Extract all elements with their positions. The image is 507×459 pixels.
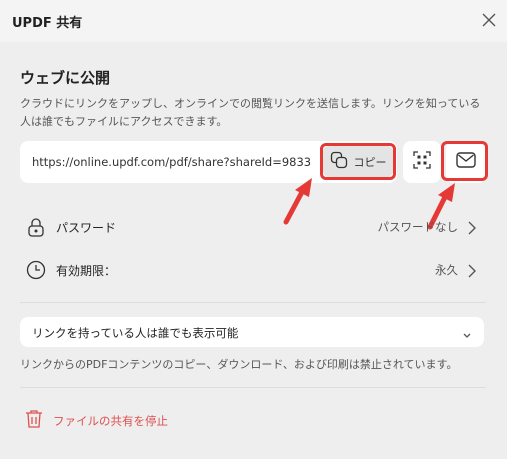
section-heading: ウェブに公開 — [20, 69, 111, 87]
share-dialog: UPDF 共有 ウェブに公開 クラウドにリンクをアップし、オンラインでの閲覧リン… — [0, 0, 507, 459]
lock-icon — [26, 217, 46, 237]
section-description: クラウドにリンクをアップし、オンラインでの閲覧リンクを送信します。リンクを知って… — [20, 97, 481, 128]
share-link-url: https://online.updf.com/pdf/share?shareI… — [32, 155, 312, 169]
trash-icon — [25, 409, 43, 433]
permission-selected: リンクを持っている人は誰でも表示可能 — [32, 326, 239, 340]
qr-code-icon — [413, 151, 431, 173]
divider — [20, 302, 486, 303]
password-row[interactable]: パスワード パスワードなし — [20, 210, 486, 244]
password-label: パスワード — [56, 221, 117, 235]
chevron-down-icon — [462, 326, 472, 338]
stop-sharing-button[interactable]: ファイルの共有を停止 — [25, 408, 168, 434]
permission-dropdown[interactable]: リンクを持っている人は誰でも表示可能 — [20, 317, 484, 347]
chevron-right-icon — [466, 263, 478, 278]
expiry-row[interactable]: 有効期限： 永久 — [20, 253, 486, 287]
chevron-right-icon — [466, 220, 478, 235]
email-button-highlight — [441, 141, 488, 181]
stop-sharing-label: ファイルの共有を停止 — [53, 414, 168, 428]
close-icon[interactable] — [479, 10, 499, 30]
title-bar: UPDF 共有 — [0, 0, 507, 42]
qr-code-button[interactable] — [403, 141, 441, 183]
clock-icon — [26, 260, 46, 280]
copy-button-highlight — [320, 143, 396, 180]
expiry-label: 有効期限： — [56, 264, 117, 278]
password-value: パスワードなし — [377, 220, 459, 234]
dialog-title: UPDF 共有 — [12, 16, 83, 31]
divider — [20, 387, 486, 388]
permission-note: リンクからのPDFコンテンツのコピー、ダウンロード、および印刷は禁止されています… — [20, 358, 458, 371]
expiry-value: 永久 — [435, 263, 458, 277]
